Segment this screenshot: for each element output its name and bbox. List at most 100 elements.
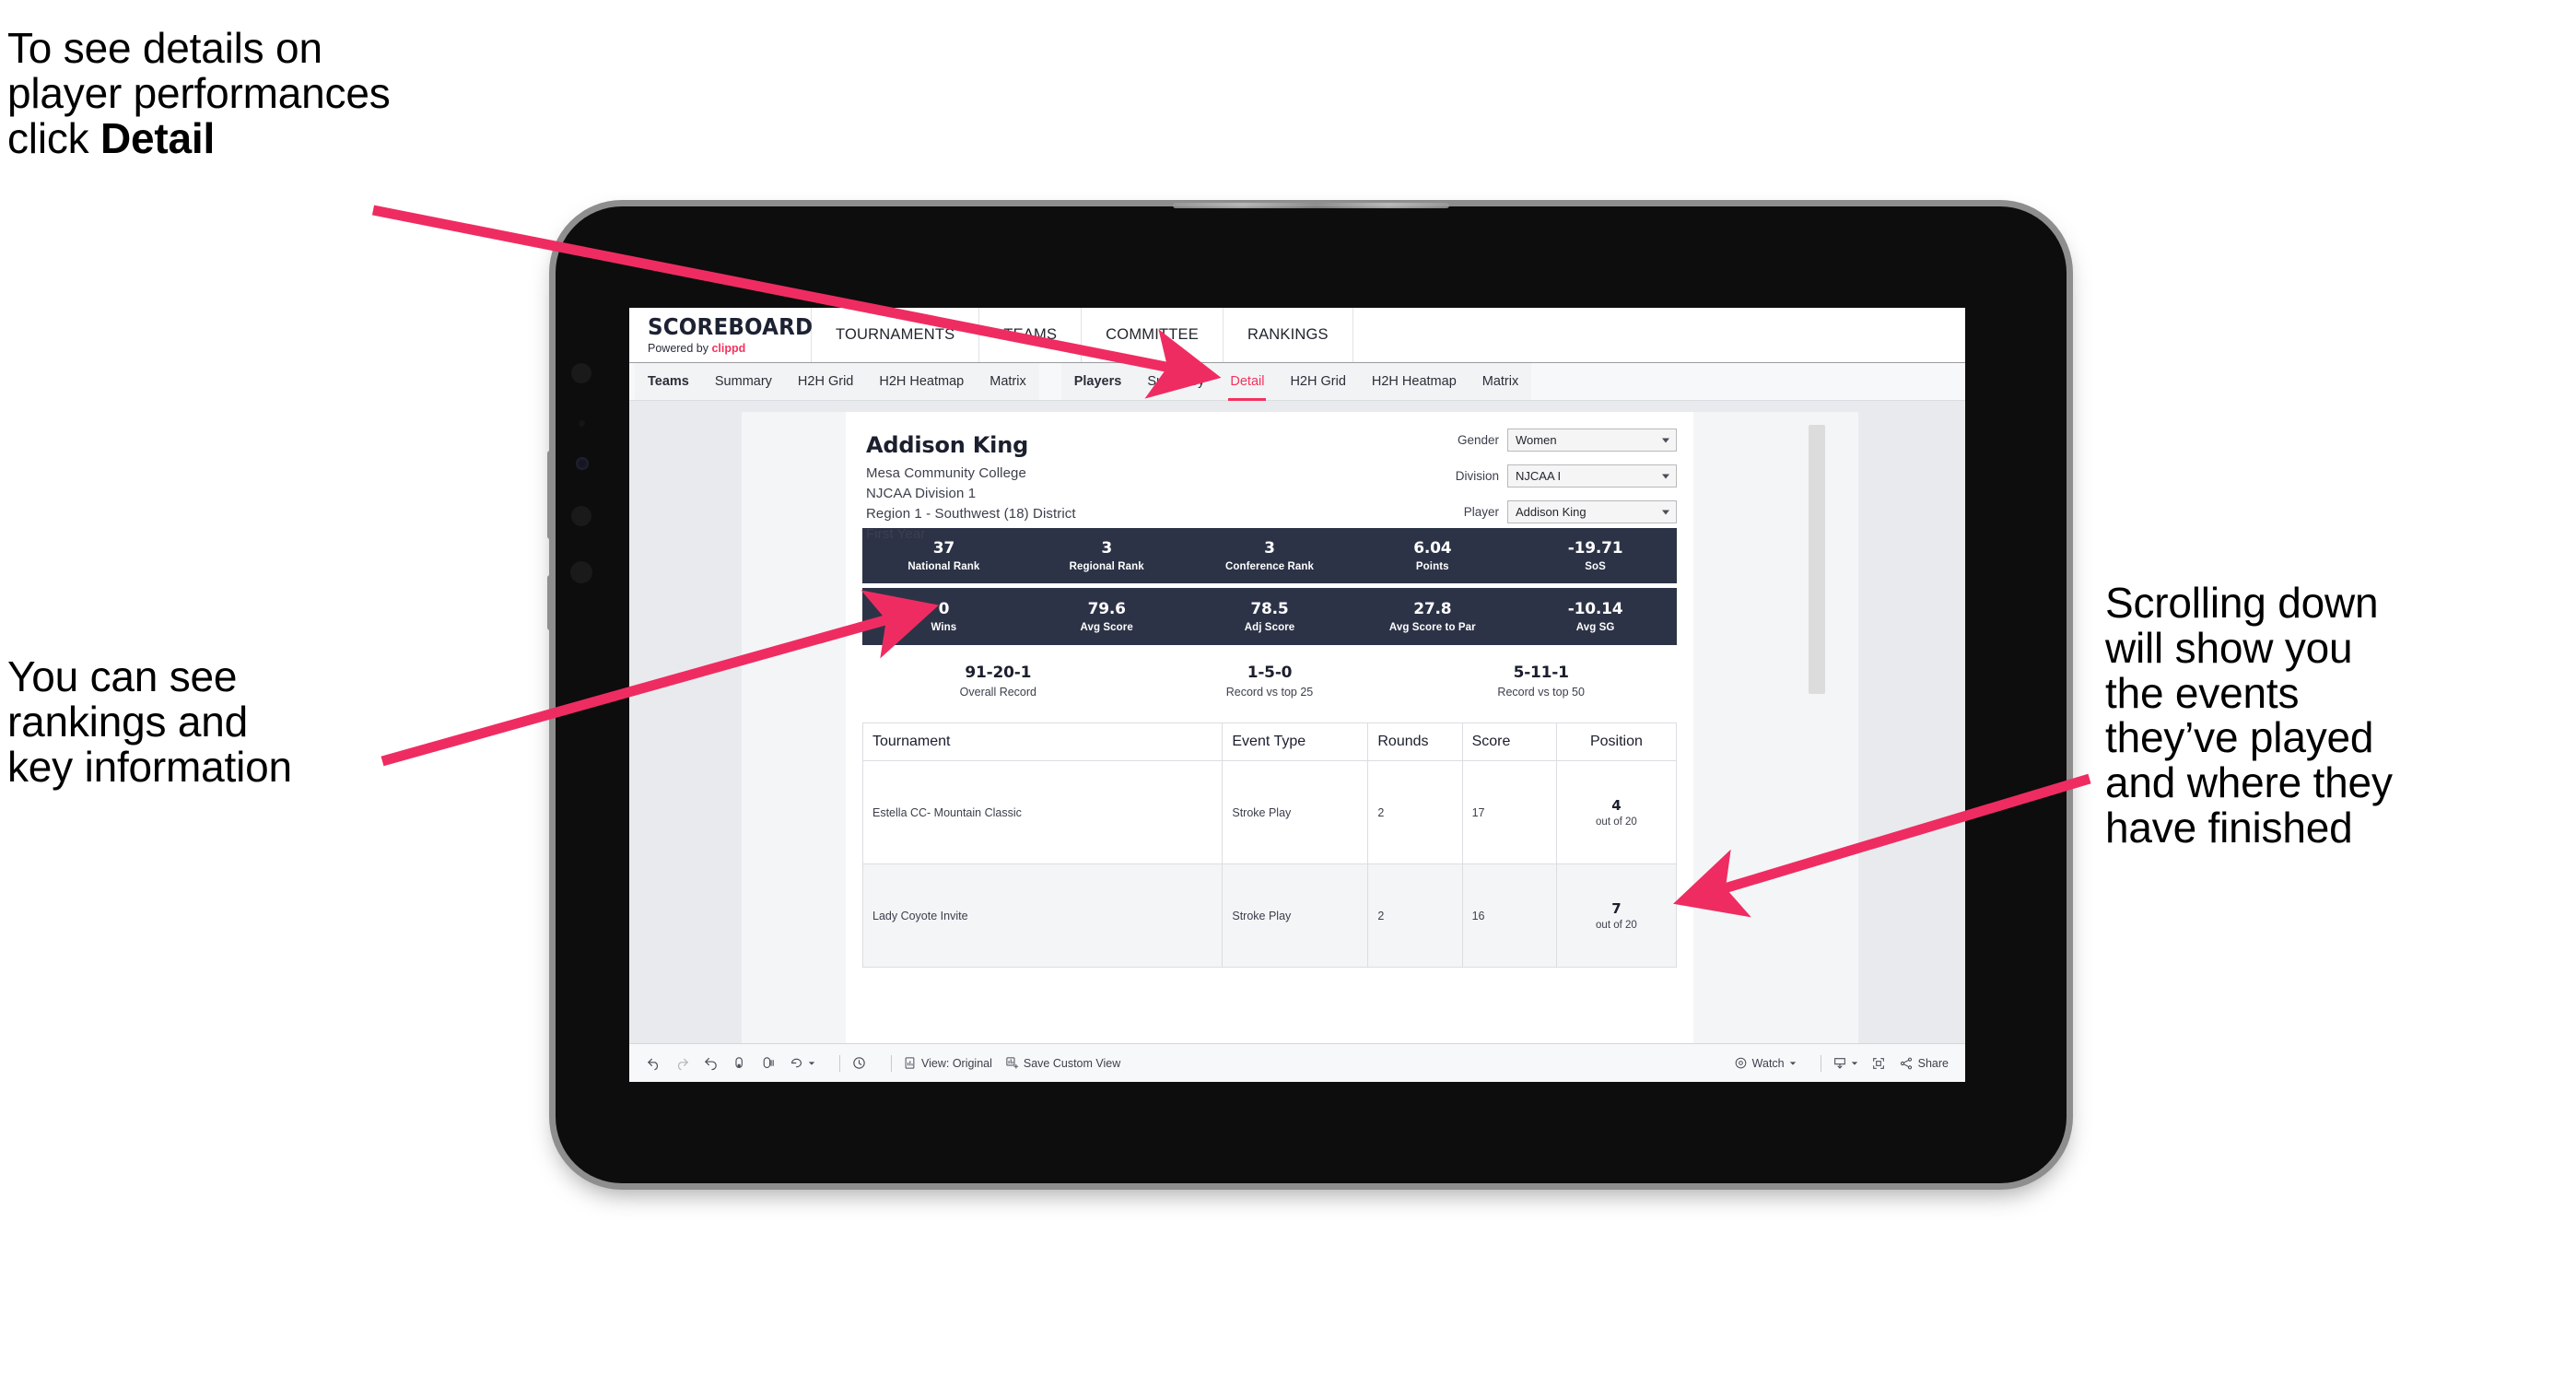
topnav-item-tournaments[interactable]: TOURNAMENTS xyxy=(812,308,980,362)
tournaments-table: Tournament Event Type Rounds Score Posit… xyxy=(861,722,1678,968)
pause-clock-button[interactable] xyxy=(851,1055,867,1071)
tablet-device-frame: SCOREBOARD Powered by clippd TOURNAMENTS… xyxy=(547,203,2067,1183)
topnav-item-rankings[interactable]: RANKINGS xyxy=(1224,308,1353,362)
record-overall: 91-20-1 Overall Record xyxy=(862,664,1134,699)
dashboard-area: Addison King Mesa Community College NJCA… xyxy=(629,401,1965,1082)
brand-powered-prefix: Powered by xyxy=(648,342,712,355)
tab-players-detail[interactable]: Detail xyxy=(1217,363,1277,401)
stat-value: 78.5 xyxy=(1250,600,1289,618)
redo-button[interactable] xyxy=(674,1055,690,1071)
stat-national-rank: 37 National Rank xyxy=(862,539,1025,572)
stat-avg-score-to-par: 27.8 Avg Score to Par xyxy=(1351,600,1514,633)
stat-label: National Rank xyxy=(907,561,980,572)
stat-label: SoS xyxy=(1585,561,1606,572)
view-original-button[interactable]: View: Original xyxy=(903,1056,992,1070)
share-button[interactable]: Share xyxy=(1899,1056,1949,1071)
filter-select-division[interactable]: NJCAA I xyxy=(1507,464,1677,487)
brand-title: SCOREBOARD xyxy=(648,313,814,340)
tablet-speaker-grille xyxy=(1173,203,1449,208)
annotation-detail-text: To see details on player performances cl… xyxy=(7,26,634,160)
tab-teams-header: Teams xyxy=(648,374,689,389)
dashboard-card: Addison King Mesa Community College NJCA… xyxy=(742,412,1858,1082)
col-tournament[interactable]: Tournament xyxy=(861,722,1224,761)
tab-teams-summary[interactable]: Summary xyxy=(702,363,785,400)
tab-players-h2h-heatmap[interactable]: H2H Heatmap xyxy=(1359,363,1469,400)
filter-label-division: Division xyxy=(1455,469,1499,483)
stat-wins: 0 Wins xyxy=(862,600,1025,633)
watch-button[interactable]: Watch xyxy=(1734,1056,1797,1070)
tab-players-matrix[interactable]: Matrix xyxy=(1469,363,1531,400)
cell-event-type: Stroke Play xyxy=(1222,760,1369,864)
stat-avg-sg: -10.14 Avg SG xyxy=(1514,600,1677,633)
record-vs-top-50: 5-11-1 Record vs top 50 xyxy=(1405,664,1677,699)
tab-teams-h2h-heatmap[interactable]: H2H Heatmap xyxy=(866,363,977,400)
revert-button[interactable] xyxy=(703,1055,719,1071)
stat-value: -10.14 xyxy=(1567,600,1623,618)
topnav-item-teams[interactable]: TEAMS xyxy=(979,308,1083,362)
fullscreen-button[interactable] xyxy=(1871,1056,1886,1071)
table-body: Estella CC- Mountain Classic Stroke Play… xyxy=(861,760,1678,968)
chevron-down-icon xyxy=(1662,510,1669,514)
brand-clippd-text: clippd xyxy=(711,342,746,355)
player-header: Addison King Mesa Community College NJCA… xyxy=(846,412,1693,542)
stat-label: Regional Rank xyxy=(1069,561,1144,572)
stat-avg-score: 79.6 Avg Score xyxy=(1025,600,1188,633)
share-label: Share xyxy=(1917,1056,1949,1070)
filter-value-division: NJCAA I xyxy=(1516,469,1562,483)
filter-label-gender: Gender xyxy=(1457,433,1499,447)
position-number: 7 xyxy=(1611,900,1622,917)
filter-value-player: Addison King xyxy=(1516,505,1587,519)
table-row[interactable]: Lady Coyote Invite Stroke Play 2 16 7 ou… xyxy=(861,863,1678,968)
tab-teams-h2h-grid[interactable]: H2H Grid xyxy=(785,363,866,400)
tab-players-summary[interactable]: Summary xyxy=(1134,363,1217,400)
topnav-item-committee[interactable]: COMMITTEE xyxy=(1082,308,1224,362)
refresh-data-button[interactable] xyxy=(732,1055,747,1071)
slide-canvas: To see details on player performances cl… xyxy=(0,0,2576,1386)
col-position[interactable]: Position xyxy=(1555,722,1678,761)
tablet-power-button[interactable] xyxy=(547,575,553,630)
stat-value: -19.71 xyxy=(1567,539,1623,558)
cell-event-type: Stroke Play xyxy=(1222,863,1369,968)
tablet-volume-button[interactable] xyxy=(547,451,553,539)
table-row[interactable]: Estella CC- Mountain Classic Stroke Play… xyxy=(861,760,1678,864)
save-custom-view-button[interactable]: Save Custom View xyxy=(1005,1056,1120,1070)
tab-teams-matrix[interactable]: Matrix xyxy=(977,363,1038,400)
cell-score: 17 xyxy=(1461,760,1557,864)
undo-button[interactable] xyxy=(646,1055,662,1071)
cell-rounds: 2 xyxy=(1367,760,1463,864)
stat-value: 0 xyxy=(938,600,950,618)
download-button[interactable] xyxy=(1832,1056,1858,1071)
tablet-sensor-c-icon xyxy=(570,561,592,583)
dashboard-scrollbar-thumb[interactable] xyxy=(1809,425,1825,694)
filter-value-gender: Women xyxy=(1516,433,1557,447)
cell-position: 4 out of 20 xyxy=(1555,760,1678,864)
pause-auto-update-button[interactable] xyxy=(760,1055,776,1071)
position-out-of: out of 20 xyxy=(1596,816,1637,828)
table-header: Tournament Event Type Rounds Score Posit… xyxy=(861,722,1678,761)
filter-select-player[interactable]: Addison King xyxy=(1507,500,1677,523)
record-value: 5-11-1 xyxy=(1513,664,1569,682)
position-number: 4 xyxy=(1611,797,1622,814)
annotation-scrolling-text: Scrolling down will show you the events … xyxy=(2105,579,2393,852)
stat-label: Points xyxy=(1415,561,1449,572)
record-summary-row: 91-20-1 Overall Record 1-5-0 Record vs t… xyxy=(862,664,1677,699)
col-event-type[interactable]: Event Type xyxy=(1222,722,1369,761)
tablet-screen: SCOREBOARD Powered by clippd TOURNAMENTS… xyxy=(629,308,1965,1082)
dashboard-toolbar: View: Original Save Custom View Watch Sh… xyxy=(629,1043,1965,1082)
filter-row-player: Player Addison King xyxy=(1364,500,1677,523)
pause-updates-dropdown[interactable] xyxy=(789,1055,815,1071)
tab-players-h2h-grid[interactable]: H2H Grid xyxy=(1277,363,1358,400)
record-value: 91-20-1 xyxy=(965,664,1032,682)
col-score[interactable]: Score xyxy=(1461,722,1557,761)
brand-subtitle: Powered by clippd xyxy=(648,342,811,355)
filter-select-gender[interactable]: Women xyxy=(1507,429,1677,452)
stats-bar-scoring: 0 Wins 79.6 Avg Score 78.5 Adj Score 27.… xyxy=(862,588,1677,645)
cell-tournament: Lady Coyote Invite xyxy=(861,863,1224,968)
player-detail-sheet: Addison King Mesa Community College NJCA… xyxy=(846,412,1693,1082)
col-rounds[interactable]: Rounds xyxy=(1367,722,1463,761)
annotation-detail-bold: Detail xyxy=(100,113,216,162)
app-top-navigation: SCOREBOARD Powered by clippd TOURNAMENTS… xyxy=(629,308,1965,363)
stat-adj-score: 78.5 Adj Score xyxy=(1188,600,1352,633)
brand-logo[interactable]: SCOREBOARD Powered by clippd xyxy=(629,308,814,362)
filter-panel: Gender Women Division NJCAA I Player Add… xyxy=(1364,429,1677,536)
